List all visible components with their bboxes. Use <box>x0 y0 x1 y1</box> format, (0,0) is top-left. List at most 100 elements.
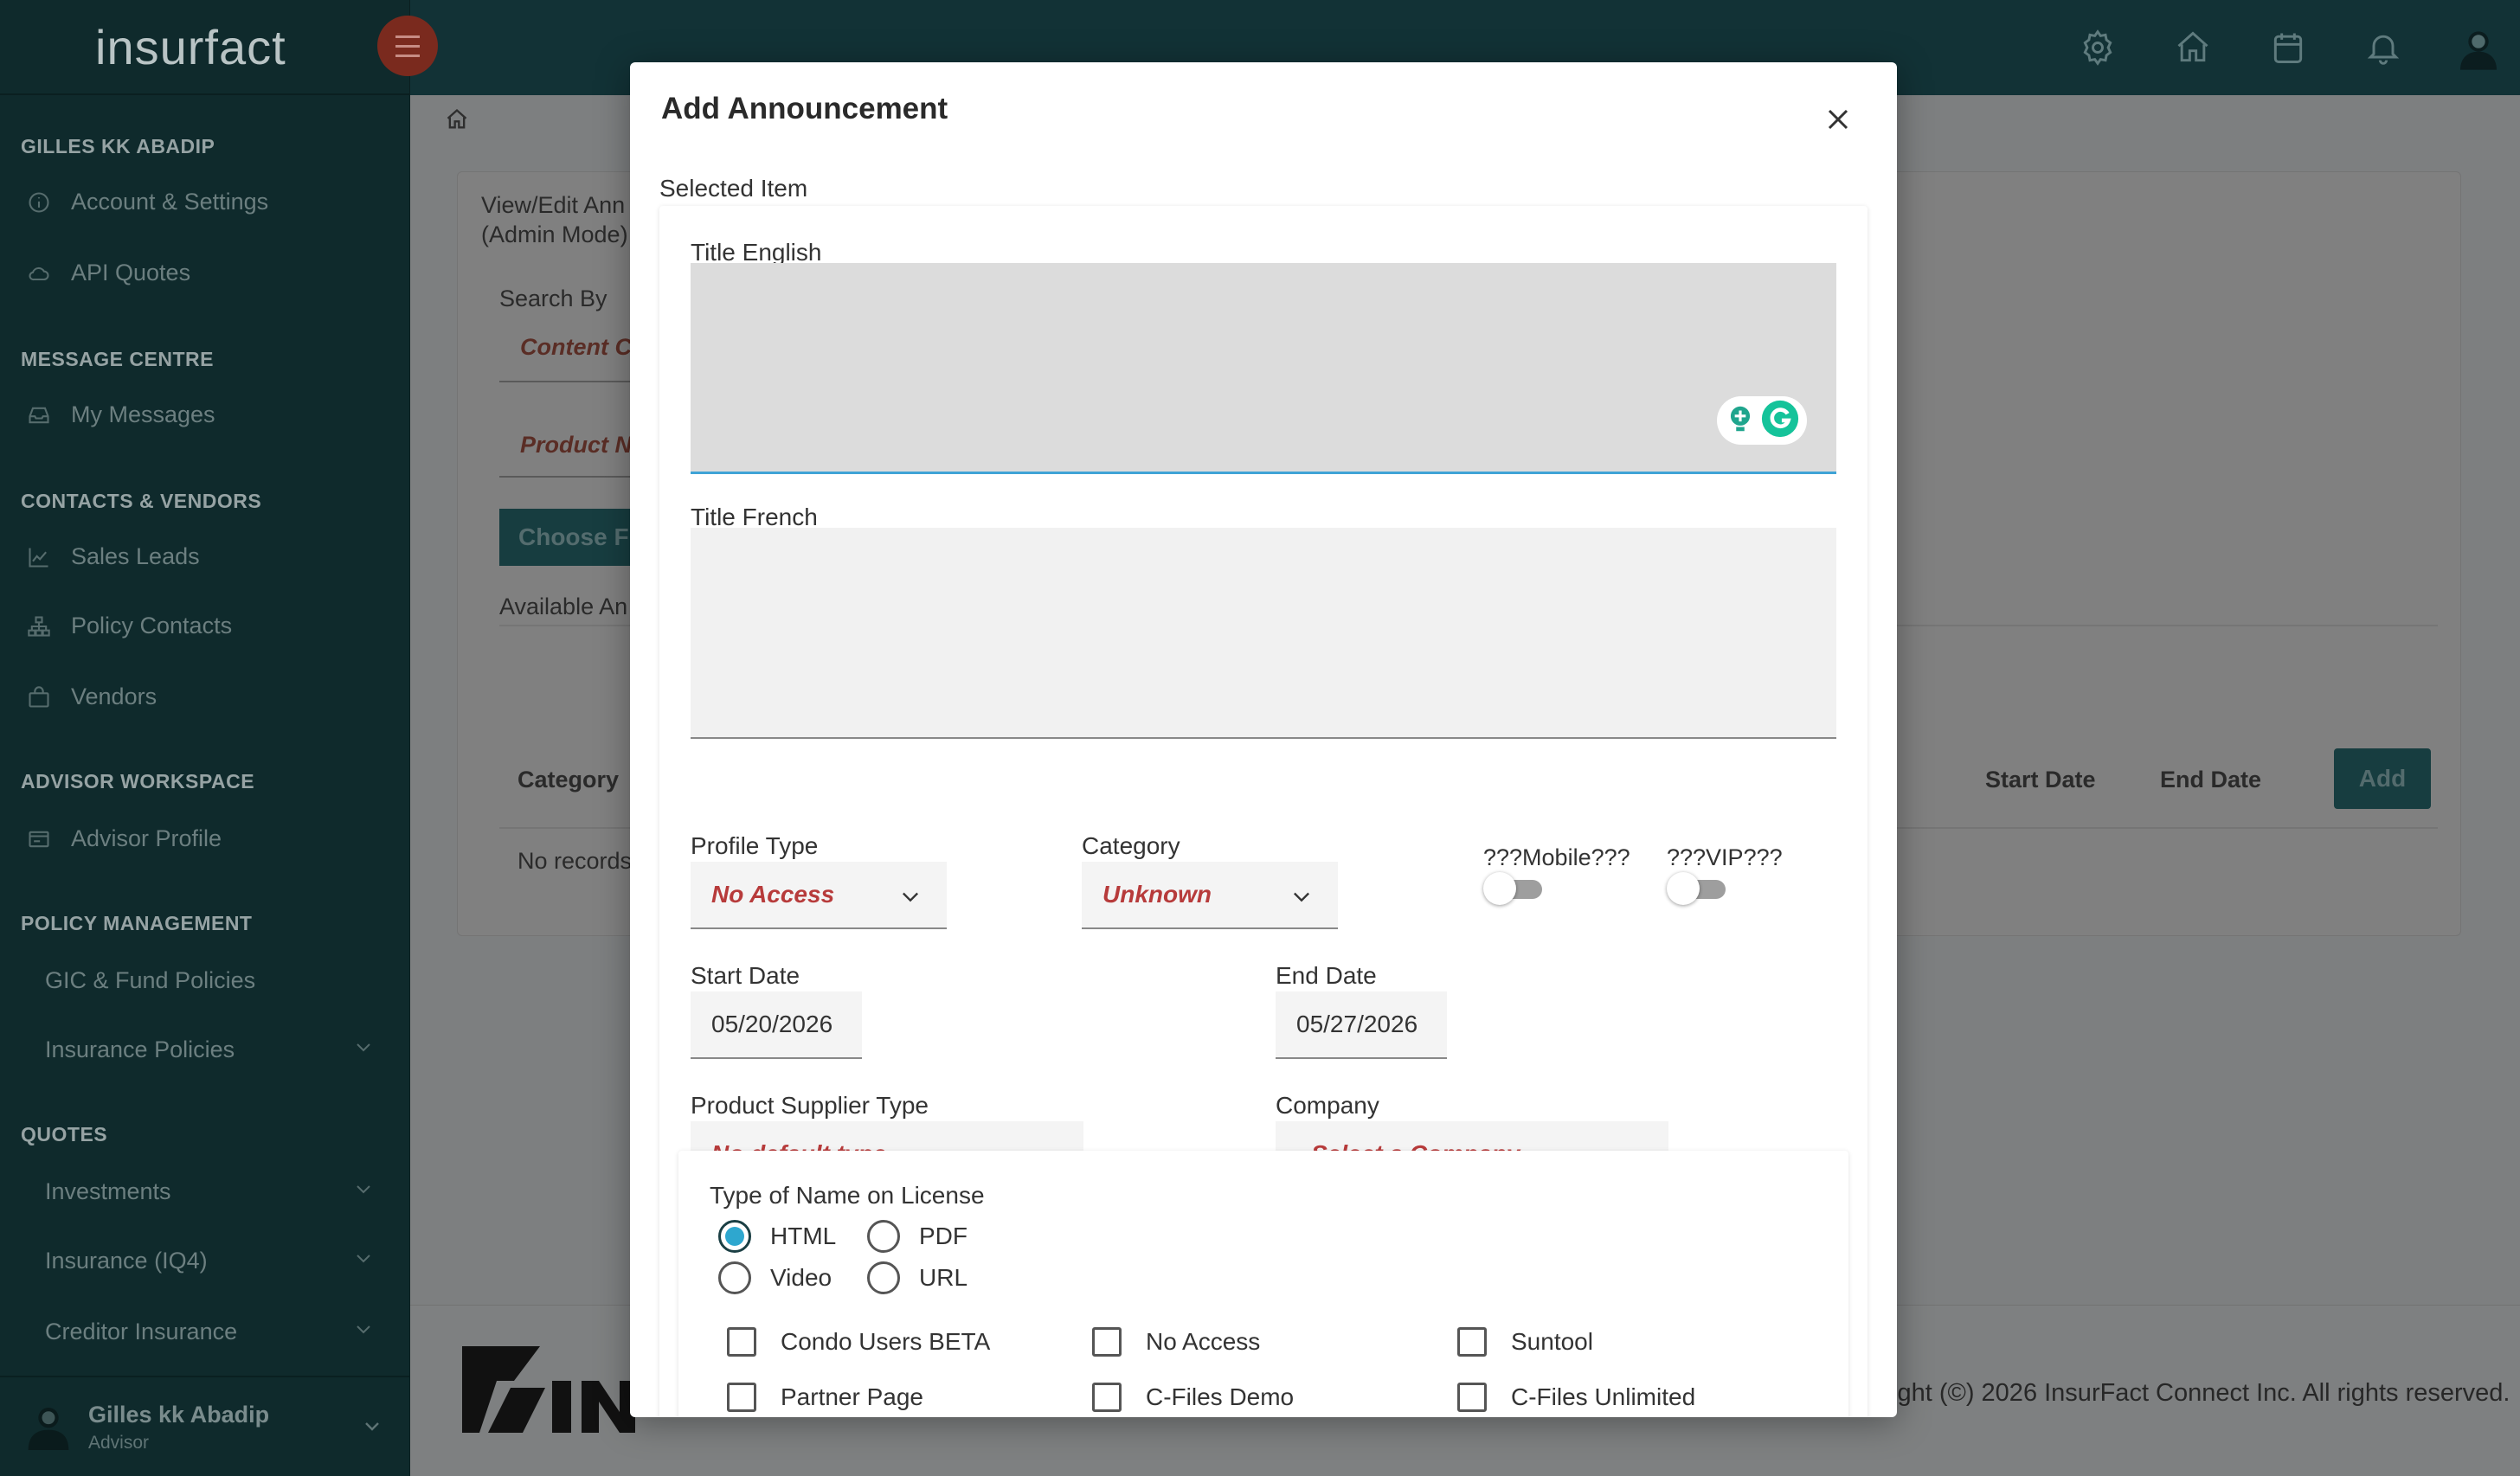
checkbox-label: C-Files Demo <box>1146 1383 1295 1410</box>
mobile-toggle[interactable] <box>1483 872 1544 905</box>
mobile-toggle-label: ???Mobile??? <box>1483 844 1630 870</box>
sidebar-section-title: MESSAGE CENTRE <box>21 348 214 370</box>
top-icons <box>2028 0 2520 95</box>
sidebar-item-gic-fund-policies[interactable]: GIC & Fund Policies <box>45 967 408 994</box>
bell-icon[interactable] <box>2357 22 2409 74</box>
license-type-label: Type of Name on License <box>710 1182 985 1209</box>
radio-button <box>867 1220 900 1253</box>
checkbox-label: No Access <box>1146 1328 1261 1355</box>
brand-logo[interactable]: insurfact <box>95 19 286 75</box>
radio-url[interactable]: URL <box>867 1261 968 1294</box>
sidebar-item-label: Sales Leads <box>71 543 200 569</box>
sidebar-section-title: GILLES KK ABADIP <box>21 135 215 157</box>
checkbox-partner-page[interactable]: Partner Page <box>727 1383 923 1412</box>
close-icon[interactable] <box>1821 102 1855 137</box>
start-date-input[interactable]: 05/20/2026 <box>691 991 862 1059</box>
profile-type-value: No Access <box>711 881 835 908</box>
chart-line-icon <box>26 544 52 570</box>
license-options-card: Type of Name on License HTML PDF Video U… <box>678 1151 1848 1417</box>
sidebar-item-account-settings[interactable]: Account & Settings <box>26 189 389 215</box>
sidebar-item-policy-contacts[interactable]: Policy Contacts <box>26 613 389 639</box>
menu-toggle-button[interactable] <box>377 16 438 76</box>
title-english-input[interactable] <box>691 263 1836 474</box>
grammarly-widget[interactable] <box>1717 396 1807 445</box>
sidebar-user-profile[interactable]: Gilles kk Abadip Advisor <box>0 1376 410 1476</box>
sidebar-item-creditor-insurance[interactable]: Creditor Insurance <box>45 1319 374 1345</box>
checkbox-label: Suntool <box>1511 1328 1593 1355</box>
home-icon[interactable] <box>2167 22 2219 74</box>
checkbox-suntool[interactable]: Suntool <box>1457 1327 1593 1357</box>
lightbulb-icon[interactable] <box>1724 402 1757 440</box>
sidebar-item-insurance-policies[interactable]: Insurance Policies <box>45 1036 374 1063</box>
sidebar-item-investments[interactable]: Investments <box>45 1178 374 1205</box>
user-avatar-icon[interactable] <box>2452 22 2504 74</box>
end-date-label: End Date <box>1276 962 1377 989</box>
category-value: Unknown <box>1102 881 1212 908</box>
checkbox-c-files-unlimited[interactable]: C-Files Unlimited <box>1457 1383 1695 1412</box>
sidebar-item-api-quotes[interactable]: API Quotes <box>26 260 389 286</box>
category-select[interactable]: Unknown <box>1082 862 1338 929</box>
sidebar-item-label: Creditor Insurance <box>45 1319 238 1344</box>
copyright-text: ight (©) 2026 InsurFact Connect Inc. All… <box>1892 1379 2510 1407</box>
sidebar-item-label: Insurance Policies <box>45 1036 235 1062</box>
breadcrumb-home-icon[interactable] <box>445 107 469 136</box>
sidebar-item-my-messages[interactable]: My Messages <box>26 401 389 428</box>
end-date-input[interactable]: 05/27/2026 <box>1276 991 1447 1059</box>
sidebar-item-label: Account & Settings <box>71 189 269 215</box>
chevron-down-icon <box>353 1248 374 1274</box>
id-card-icon <box>26 826 52 852</box>
sidebar-item-sales-leads[interactable]: Sales Leads <box>26 543 389 570</box>
sidebar-item-label: My Messages <box>71 401 215 427</box>
user-name: Gilles kk Abadip <box>88 1402 270 1428</box>
sidebar-item-label: Insurance (IQ4) <box>45 1248 208 1274</box>
dialog-title: Add Announcement <box>661 92 948 125</box>
radio-pdf[interactable]: PDF <box>867 1220 968 1253</box>
profile-type-select[interactable]: No Access <box>691 862 947 929</box>
sidebar-item-label: Advisor Profile <box>71 825 222 851</box>
radio-html[interactable]: HTML <box>718 1220 836 1253</box>
info-icon <box>26 189 52 215</box>
chevron-down-icon <box>353 1036 374 1063</box>
title-french-input[interactable] <box>691 528 1836 739</box>
sidebar-item-vendors[interactable]: Vendors <box>26 683 389 710</box>
checkbox-c-files-demo[interactable]: C-Files Demo <box>1092 1383 1294 1412</box>
checkbox-box <box>727 1327 756 1357</box>
column-header-start-date[interactable]: Start Date <box>1985 767 2096 793</box>
calendar-icon[interactable] <box>2262 22 2314 74</box>
profile-type-label: Profile Type <box>691 832 819 859</box>
search-by-label: Search By <box>499 286 608 311</box>
radio-video[interactable]: Video <box>718 1261 832 1294</box>
chevron-down-icon <box>1289 884 1314 914</box>
checkbox-condo-users-beta[interactable]: Condo Users BETA <box>727 1327 990 1357</box>
grammarly-icon[interactable] <box>1760 399 1800 443</box>
sidebar-item-insurance-iq4[interactable]: Insurance (IQ4) <box>45 1248 374 1274</box>
category-label: Category <box>1082 832 1180 859</box>
add-button[interactable]: Add <box>2334 748 2431 809</box>
company-label: Company <box>1276 1092 1379 1119</box>
sidebar-divider <box>0 93 410 95</box>
product-search-field[interactable]: Product N <box>499 412 638 478</box>
toggle-knob <box>1667 872 1700 905</box>
column-header-end-date[interactable]: End Date <box>2160 767 2261 793</box>
checkbox-label: C-Files Unlimited <box>1511 1383 1696 1410</box>
radio-button <box>718 1261 751 1294</box>
footer-logo <box>462 1346 635 1441</box>
sidebar-item-label: Investments <box>45 1178 171 1204</box>
column-header-category[interactable]: Category <box>518 767 619 793</box>
vip-toggle[interactable] <box>1667 872 1727 905</box>
gear-icon[interactable] <box>2072 22 2124 74</box>
radio-label: Video <box>770 1264 832 1291</box>
checkbox-no-access[interactable]: No Access <box>1092 1327 1260 1357</box>
shopping-bag-icon <box>26 684 52 710</box>
choose-file-button[interactable]: Choose Fi <box>499 509 638 566</box>
checkbox-label: Condo Users BETA <box>781 1328 991 1355</box>
checkbox-box <box>1457 1327 1487 1357</box>
product-supplier-type-label: Product Supplier Type <box>691 1092 929 1119</box>
sidebar-item-label: API Quotes <box>71 260 191 286</box>
radio-button-selected <box>718 1220 751 1253</box>
checkbox-box <box>727 1383 756 1412</box>
sidebar-item-advisor-profile[interactable]: Advisor Profile <box>26 825 389 852</box>
content-search-field[interactable]: Content C <box>499 317 638 382</box>
chevron-down-icon[interactable] <box>362 1415 382 1441</box>
chevron-down-icon <box>353 1178 374 1205</box>
